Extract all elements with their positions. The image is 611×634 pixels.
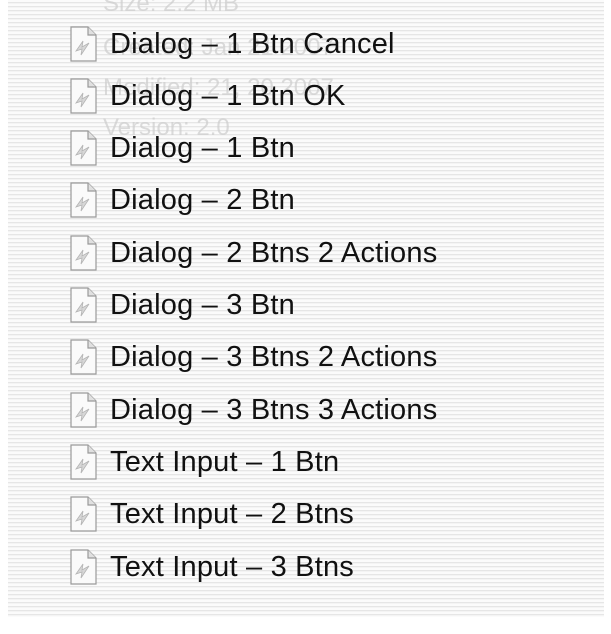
- document-icon: [70, 392, 97, 428]
- file-name: Text Input – 2 Btns: [110, 497, 354, 530]
- file-name: Dialog – 2 Btns 2 Actions: [110, 236, 438, 269]
- file-name: Text Input – 1 Btn: [110, 445, 340, 478]
- file-item[interactable]: Dialog – 2 Btn: [68, 178, 295, 222]
- file-item[interactable]: Dialog – 2 Btns 2 Actions: [68, 231, 437, 275]
- document-icon: [70, 287, 97, 323]
- document-icon: [70, 549, 97, 585]
- file-name: Dialog – 3 Btns 2 Actions: [110, 340, 438, 373]
- file-name: Text Input – 3 Btns: [110, 550, 354, 583]
- file-list-panel[interactable]: Size: 2.2 MB Created: Jan 21 2007 Modifi…: [8, 0, 604, 617]
- document-icon: [70, 78, 97, 114]
- file-item[interactable]: Dialog – 3 Btn: [68, 283, 295, 327]
- file-item[interactable]: Text Input – 3 Btns: [68, 545, 354, 589]
- file-item[interactable]: Text Input – 2 Btns: [68, 492, 354, 536]
- document-icon: [70, 235, 97, 271]
- file-name: Dialog – 1 Btn Cancel: [110, 27, 395, 60]
- file-item[interactable]: Dialog – 1 Btn Cancel: [68, 22, 395, 66]
- document-icon: [70, 339, 97, 375]
- document-icon: [70, 444, 97, 480]
- file-name: Dialog – 1 Btn: [110, 131, 295, 164]
- file-name: Dialog – 1 Btn OK: [110, 79, 346, 112]
- file-item[interactable]: Text Input – 1 Btn: [68, 440, 339, 484]
- file-item[interactable]: Dialog – 1 Btn OK: [68, 74, 346, 118]
- finder-window: Size: 2.2 MB Created: Jan 21 2007 Modifi…: [0, 0, 611, 634]
- document-icon: [70, 130, 97, 166]
- file-item[interactable]: Dialog – 3 Btns 2 Actions: [68, 335, 437, 379]
- document-icon: [70, 182, 97, 218]
- document-icon: [70, 26, 97, 62]
- file-name: Dialog – 3 Btn: [110, 288, 295, 321]
- file-item[interactable]: Dialog – 3 Btns 3 Actions: [68, 388, 437, 432]
- file-name: Dialog – 3 Btns 3 Actions: [110, 393, 438, 426]
- document-icon: [70, 496, 97, 532]
- background-info-text: Size: 2.2 MB: [103, 0, 240, 17]
- file-item[interactable]: Dialog – 1 Btn: [68, 126, 295, 170]
- file-name: Dialog – 2 Btn: [110, 183, 295, 216]
